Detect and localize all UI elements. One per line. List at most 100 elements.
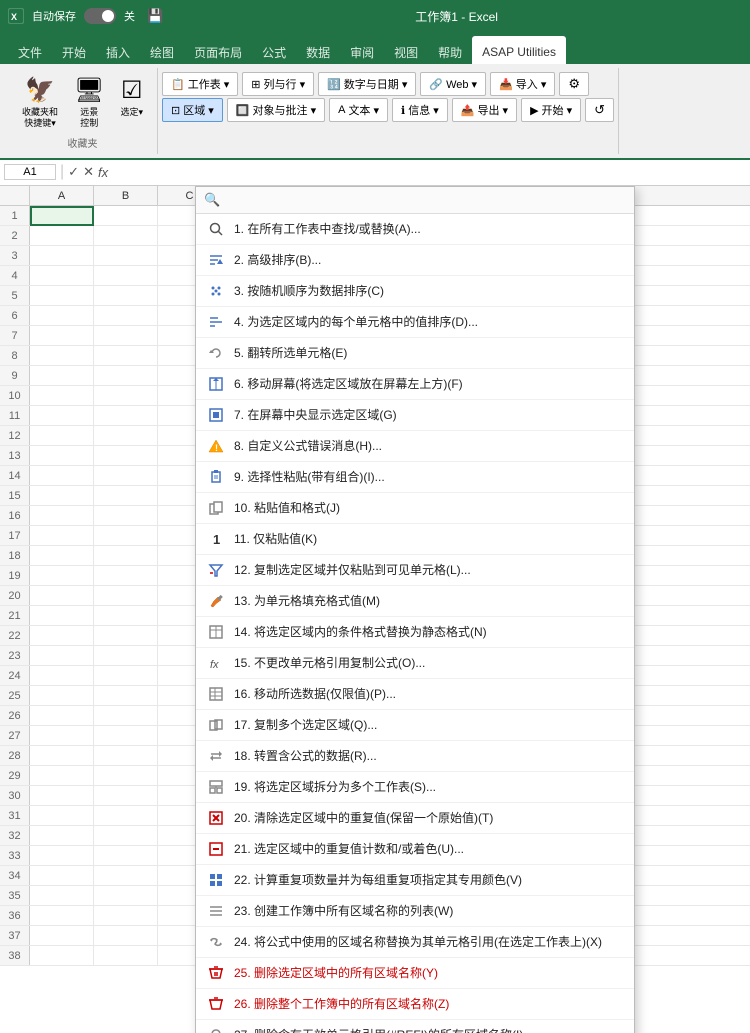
dropdown-item-25[interactable]: 25. 删除选定区域中的所有区域名称(Y) (196, 958, 634, 989)
btn-number-date[interactable]: 🔢 数字与日期 ▾ (318, 72, 416, 96)
formula-bar: | ✓ ✕ fx (0, 160, 750, 186)
tab-home[interactable]: 开始 (52, 36, 96, 64)
btn-import[interactable]: 📥 导入 ▾ (490, 72, 555, 96)
ribbon-content: 🦅 收藏夹和快捷键▾ 🖥 远景控制 ☑ 选定▾ 收藏夹 📋 工作表 ▾ ⊞ 列与… (0, 64, 750, 160)
dropdown-item-3[interactable]: 3. 按随机顺序为数据排序(C) (196, 276, 634, 307)
dropdown-item-26[interactable]: 26. 删除整个工作簿中的所有区域名称(Z) (196, 989, 634, 1020)
dropdown-item-1[interactable]: 1. 在所有工作表中查找/或替换(A)... (196, 214, 634, 245)
item-text-27: 27. 删除含有无效单元格引用(#REF!)的所有区域名称(I) (234, 1026, 624, 1033)
btn-text[interactable]: A 文本 ▾ (329, 98, 388, 122)
tab-insert[interactable]: 插入 (96, 36, 140, 64)
dropdown-item-5[interactable]: 5. 翻转所选单元格(E) (196, 338, 634, 369)
dropdown-item-15[interactable]: fx15. 不更改单元格引用复制公式(O)... (196, 648, 634, 679)
svg-text:X: X (11, 12, 17, 22)
formula-divider: | (60, 163, 64, 181)
tab-view[interactable]: 视图 (384, 36, 428, 64)
tab-layout[interactable]: 页面布局 (184, 36, 252, 64)
btn-web[interactable]: 🔗 Web ▾ (420, 72, 486, 96)
excel-icon: X (8, 8, 24, 24)
favorites-icon: 🦅 (25, 76, 55, 105)
autosave-label: 自动保存 (32, 8, 76, 24)
item-icon-copy (206, 498, 226, 518)
item-icon-delall (206, 994, 226, 1014)
item-icon-center (206, 405, 226, 425)
ribbon-tabs: 文件 开始 插入 绘图 页面布局 公式 数据 审阅 视图 帮助 ASAP Uti… (0, 32, 750, 64)
btn-info[interactable]: ℹ 信息 ▾ (392, 98, 448, 122)
btn-remote[interactable]: 🖥 远景控制 (68, 72, 110, 133)
dropdown-item-20[interactable]: 20. 清除选定区域中的重复值(保留一个原始值)(T) (196, 803, 634, 834)
dropdown-item-23[interactable]: 23. 创建工作簿中所有区域名称的列表(W) (196, 896, 634, 927)
item-icon-remove (206, 808, 226, 828)
item-text-10: 10. 粘贴值和格式(J) (234, 499, 624, 516)
item-icon-move (206, 374, 226, 394)
dropdown-item-17[interactable]: 17. 复制多个选定区域(Q)... (196, 710, 634, 741)
tab-data[interactable]: 数据 (296, 36, 340, 64)
tab-review[interactable]: 审阅 (340, 36, 384, 64)
btn-favorites[interactable]: 🦅 收藏夹和快捷键▾ (16, 72, 64, 133)
tab-help[interactable]: 帮助 (428, 36, 472, 64)
btn-worksheet[interactable]: 📋 工作表 ▾ (162, 72, 238, 96)
btn-object[interactable]: 🔲 对象与批注 ▾ (227, 98, 325, 122)
tab-asap[interactable]: ASAP Utilities (472, 36, 566, 64)
dropdown-item-22[interactable]: 22. 计算重复项数量并为每组重复项指定其专用颜色(V) (196, 865, 634, 896)
dropdown-item-9[interactable]: 9. 选择性粘贴(带有组合)(I)... (196, 462, 634, 493)
btn-refresh[interactable]: ↺ (585, 98, 614, 122)
colrow-icon: ⊞ (251, 78, 260, 91)
btn-region[interactable]: ⊡ 区域 ▾ (162, 98, 223, 122)
ribbon-group-favorites: 🦅 收藏夹和快捷键▾ 🖥 远景控制 ☑ 选定▾ 收藏夹 (8, 68, 158, 154)
dropdown-item-2[interactable]: 2. 高级排序(B)... (196, 245, 634, 276)
btn-export[interactable]: 📤 导出 ▾ (452, 98, 517, 122)
dropdown-item-12[interactable]: 12. 复制选定区域并仅粘贴到可见单元格(L)... (196, 555, 634, 586)
dropdown-menu: 🔍 1. 在所有工作表中查找/或替换(A)...2. 高级排序(B)...3. … (195, 186, 635, 1033)
item-icon-link (206, 932, 226, 952)
btn-select[interactable]: ☑ 选定▾ (114, 72, 149, 122)
dropdown-items-container: 1. 在所有工作表中查找/或替换(A)...2. 高级排序(B)...3. 按随… (196, 214, 634, 1033)
btn-col-row[interactable]: ⊞ 列与行 ▾ (242, 72, 314, 96)
dropdown-item-27[interactable]: REF27. 删除含有无效单元格引用(#REF!)的所有区域名称(I) (196, 1020, 634, 1033)
dropdown-item-10[interactable]: 10. 粘贴值和格式(J) (196, 493, 634, 524)
item-text-18: 18. 转置含公式的数据(R)... (234, 747, 624, 764)
title-bar: X 自动保存 关 💾 工作簿1 - Excel (0, 0, 750, 32)
btn-settings[interactable]: ⚙ (559, 72, 589, 96)
item-text-22: 22. 计算重复项数量并为每组重复项指定其专用颜色(V) (234, 871, 624, 888)
dropdown-item-19[interactable]: 19. 将选定区域拆分为多个工作表(S)... (196, 772, 634, 803)
item-text-13: 13. 为单元格填充格式值(M) (234, 592, 624, 609)
formula-input[interactable] (112, 165, 746, 179)
number-icon: 🔢 (327, 78, 341, 91)
object-icon: 🔲 (236, 104, 250, 117)
region-icon: ⊡ (171, 104, 180, 117)
item-icon-random (206, 281, 226, 301)
item-text-25: 25. 删除选定区域中的所有区域名称(Y) (234, 964, 624, 981)
dropdown-item-4[interactable]: 4. 为选定区域内的每个单元格中的值排序(D)... (196, 307, 634, 338)
item-text-14: 14. 将选定区域内的条件格式替换为静态格式(N) (234, 623, 624, 640)
tab-file[interactable]: 文件 (8, 36, 52, 64)
item-text-24: 24. 将公式中使用的区域名称替换为其单元格引用(在选定工作表上)(X) (234, 933, 624, 950)
tab-draw[interactable]: 绘图 (140, 36, 184, 64)
import-icon: 📥 (499, 78, 513, 91)
dropdown-item-14[interactable]: 14. 将选定区域内的条件格式替换为静态格式(N) (196, 617, 634, 648)
item-icon-num1: 1 (206, 529, 226, 549)
dropdown-item-11[interactable]: 111. 仅粘贴值(K) (196, 524, 634, 555)
cell-reference[interactable] (4, 164, 56, 180)
item-icon-refresh (206, 343, 226, 363)
start-icon: ▶ (530, 104, 538, 117)
autosave-toggle[interactable] (84, 8, 116, 24)
dropdown-item-6[interactable]: 6. 移动屏幕(将选定区域放在屏幕左上方)(F) (196, 369, 634, 400)
dropdown-item-16[interactable]: 16. 移动所选数据(仅限值)(P)... (196, 679, 634, 710)
dropdown-item-18[interactable]: 18. 转置含公式的数据(R)... (196, 741, 634, 772)
remote-icon: 🖥 (74, 76, 104, 105)
tab-formula[interactable]: 公式 (252, 36, 296, 64)
dropdown-item-24[interactable]: 24. 将公式中使用的区域名称替换为其单元格引用(在选定工作表上)(X) (196, 927, 634, 958)
item-icon-calc (206, 870, 226, 890)
dropdown-item-21[interactable]: 21. 选定区域中的重复值计数和/或着色(U)... (196, 834, 634, 865)
dropdown-item-8[interactable]: !8. 自定义公式错误消息(H)... (196, 431, 634, 462)
item-icon-brush (206, 591, 226, 611)
cell-a1[interactable] (30, 206, 94, 226)
item-text-26: 26. 删除整个工作簿中的所有区域名称(Z) (234, 995, 624, 1012)
item-icon-del (206, 963, 226, 983)
item-text-8: 8. 自定义公式错误消息(H)... (234, 437, 624, 454)
dropdown-search-input[interactable] (226, 193, 626, 207)
dropdown-item-13[interactable]: 13. 为单元格填充格式值(M) (196, 586, 634, 617)
dropdown-item-7[interactable]: 7. 在屏幕中央显示选定区域(G) (196, 400, 634, 431)
btn-start[interactable]: ▶ 开始 ▾ (521, 98, 581, 122)
